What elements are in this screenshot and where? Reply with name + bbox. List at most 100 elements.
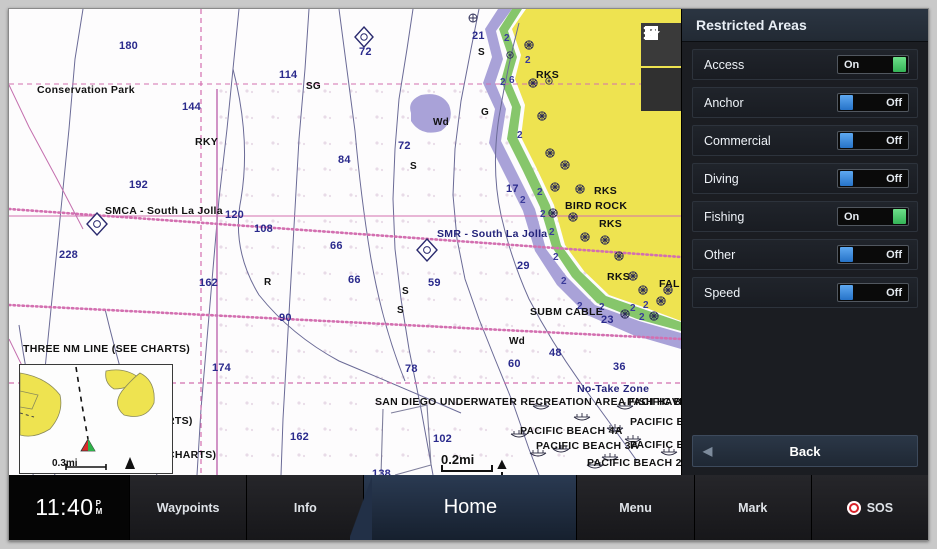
chart-label: No-Take Zone xyxy=(577,383,650,395)
chart-label: SUBM CABLE xyxy=(530,306,603,318)
chart-label: 2 xyxy=(520,195,526,206)
toggle-fishing[interactable]: On xyxy=(837,207,909,226)
chart-label: 144 xyxy=(182,101,201,113)
back-button-label: Back xyxy=(789,443,821,459)
nav-button-sos[interactable]: SOS xyxy=(811,475,928,540)
chart-label: 72 xyxy=(359,46,372,58)
chart-label: 162 xyxy=(290,431,309,443)
chart-label: 21 xyxy=(472,30,485,42)
chart-label: 2 xyxy=(639,312,645,323)
chart-label: 192 xyxy=(129,179,148,191)
toggle-thumb xyxy=(840,95,853,110)
toggle-access[interactable]: On xyxy=(837,55,909,74)
chart-label: FAL xyxy=(659,278,680,290)
chart-label: Wd xyxy=(509,336,525,347)
toggle-state-label: Off xyxy=(886,134,902,147)
toggle-state-label: Off xyxy=(886,248,902,261)
toggle-anchor[interactable]: Off xyxy=(837,93,909,112)
chart-label: 138 xyxy=(372,468,391,475)
chart-label: RKS xyxy=(594,185,618,197)
chart-scale-bar xyxy=(441,465,493,472)
nav-button-home[interactable]: Home xyxy=(350,475,578,540)
toggle-state-label: Off xyxy=(886,172,902,185)
chart-label: 48 xyxy=(549,347,562,359)
chart-label: 2 xyxy=(630,303,636,314)
chart-label: 180 xyxy=(119,40,138,52)
waypoint-star-icon[interactable] xyxy=(641,26,681,111)
chart-label: 2 xyxy=(500,77,506,88)
toggle-other[interactable]: Off xyxy=(837,245,909,264)
chart-label: S xyxy=(397,305,404,316)
toggle-speed[interactable]: Off xyxy=(837,283,909,302)
chart-label: Conservation Park xyxy=(37,84,135,96)
toggle-thumb xyxy=(893,209,906,224)
toggle-thumb xyxy=(840,171,853,186)
chart-label: 29 xyxy=(517,260,530,272)
chart-label: 2 xyxy=(577,301,583,312)
clock-time: 11:40 xyxy=(35,494,94,520)
chart-floating-toolbar[interactable] xyxy=(641,23,681,111)
restricted-area-row-other[interactable]: Other Off xyxy=(692,239,918,270)
chart-label: 17 xyxy=(506,183,519,195)
chart-label: 162 xyxy=(199,277,218,289)
chart-label: 66 xyxy=(330,240,343,252)
toggle-commercial[interactable]: Off xyxy=(837,131,909,150)
restricted-area-row-access[interactable]: Access On xyxy=(692,49,918,80)
row-label: Speed xyxy=(704,285,741,300)
row-label: Commercial xyxy=(704,133,771,148)
restricted-area-row-speed[interactable]: Speed Off xyxy=(692,277,918,308)
back-button[interactable]: ◀ Back xyxy=(692,435,918,467)
nav-button-info[interactable]: Info xyxy=(247,475,365,540)
row-label: Diving xyxy=(704,171,739,186)
toggle-state-label: Off xyxy=(886,286,902,299)
toggle-state-label: On xyxy=(844,58,860,71)
overview-inset-map[interactable]: 0.3mi xyxy=(19,364,173,474)
row-label: Other xyxy=(704,247,736,262)
chart-label: 120 xyxy=(225,209,244,221)
chart-label: 90 xyxy=(279,312,292,324)
chart-label: PACIFIC BEACH 4A xyxy=(520,425,623,437)
nav-button-mark[interactable]: Mark xyxy=(694,475,812,540)
nav-label: SOS xyxy=(866,500,894,515)
chart-label: 2 xyxy=(540,209,546,220)
chart-label: 23 xyxy=(601,314,614,326)
nav-button-waypoints[interactable]: Waypoints xyxy=(130,475,248,540)
restricted-area-row-commercial[interactable]: Commercial Off xyxy=(692,125,918,156)
chart-label: 2 xyxy=(561,276,567,287)
nav-label: Menu xyxy=(619,500,652,515)
chart-label: RKS xyxy=(599,218,623,230)
clock-display: 11:40 PM xyxy=(9,475,130,540)
restricted-area-row-fishing[interactable]: Fishing On xyxy=(692,201,918,232)
chart-label: 36 xyxy=(613,361,626,373)
chart-label: SMCA - South La Jolla xyxy=(105,205,223,217)
chart-label: S xyxy=(410,161,417,172)
chevron-left-icon: ◀ xyxy=(703,444,713,458)
clock-ampm: PM xyxy=(95,498,103,516)
chart-label: RKS xyxy=(536,69,560,81)
toggle-diving[interactable]: Off xyxy=(837,169,909,188)
chart-label: 2 xyxy=(643,300,649,311)
nav-button-menu[interactable]: Menu xyxy=(577,475,695,540)
toggle-thumb xyxy=(840,247,853,262)
chart-label: S xyxy=(478,47,485,58)
chart-label: 60 xyxy=(508,358,521,370)
nav-label: Waypoints xyxy=(156,500,220,515)
nav-label: Mark xyxy=(738,500,768,515)
chart-label: 174 xyxy=(212,362,231,374)
chart-label: CHARTS) xyxy=(167,449,217,461)
chart-label: 6 xyxy=(509,75,515,86)
toggle-thumb xyxy=(840,285,853,300)
restricted-areas-list: Access On Anchor Off Commercial Off Diving Off F… xyxy=(682,42,928,308)
chart-label: 2 xyxy=(553,252,559,263)
toggle-state-label: On xyxy=(844,210,860,223)
chart-label: 78 xyxy=(405,363,418,375)
panel-title: Restricted Areas xyxy=(682,9,928,42)
nav-label: Home xyxy=(443,496,498,518)
chart-label: 114 xyxy=(279,69,298,81)
row-label: Access xyxy=(704,57,745,72)
restricted-area-row-diving[interactable]: Diving Off xyxy=(692,163,918,194)
chart-label: 59 xyxy=(428,277,441,289)
restricted-area-row-anchor[interactable]: Anchor Off xyxy=(692,87,918,118)
chart-label: PACIFIC BEACH 3A xyxy=(536,440,639,452)
nav-label: Info xyxy=(293,500,317,515)
